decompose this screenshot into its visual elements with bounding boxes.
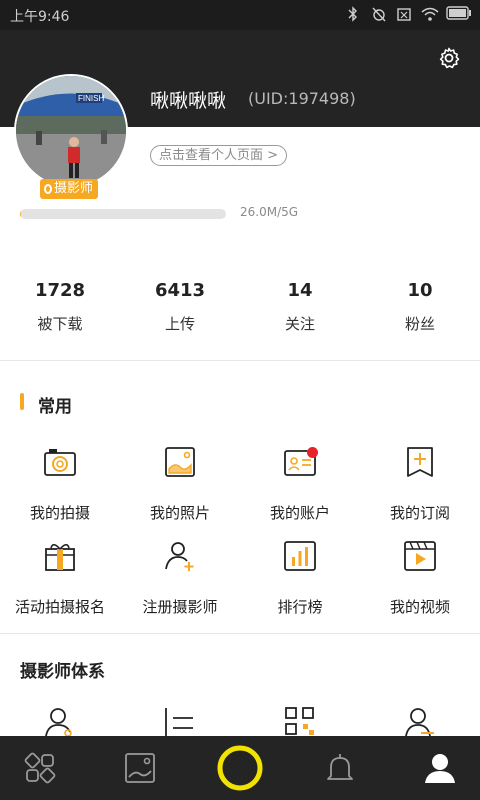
ranking-item[interactable]: 排行榜 [240, 539, 360, 619]
battery-icon [446, 6, 472, 22]
divider [0, 633, 480, 634]
grid-item-label: 活动拍摄报名 [14, 598, 105, 616]
discover-icon [24, 752, 56, 784]
photographer-profile-icon[interactable] [43, 706, 77, 737]
grid-item-label: 我的拍摄 [29, 504, 90, 522]
location-pin-icon [44, 184, 52, 194]
qr-code-icon[interactable] [283, 706, 317, 736]
stat-value: 1728 [34, 280, 86, 301]
my-videos-item[interactable]: 我的视频 [360, 539, 480, 619]
grid-item-label: 排行榜 [277, 598, 323, 616]
avatar[interactable]: FINISH [14, 74, 128, 188]
stat-label: 粉丝 [404, 315, 435, 333]
bottom-navigation [0, 736, 480, 800]
nav-notifications[interactable] [310, 736, 370, 800]
bell-icon [327, 754, 353, 780]
bluetooth-icon [346, 6, 362, 22]
stat-following[interactable]: 14 关注 [240, 280, 360, 340]
stat-uploads[interactable]: 6413 上传 [120, 280, 240, 340]
grid-item-label: 我的照片 [149, 504, 210, 522]
my-subscriptions-item[interactable]: 我的订阅 [360, 445, 480, 525]
bookmark-icon [403, 445, 437, 479]
status-bar: 上午9:46 [0, 0, 480, 30]
add-user-icon [163, 539, 197, 573]
section-accent-bar [20, 393, 24, 410]
camera-icon [43, 445, 77, 479]
grid-item-label: 我的订阅 [389, 504, 450, 522]
stat-label: 被下载 [37, 315, 83, 333]
my-account-item[interactable]: 我的账户 [240, 445, 360, 525]
grid-item-label: 我的账户 [269, 504, 330, 522]
storage-progress-fill [20, 209, 22, 219]
settings-gear-icon[interactable] [437, 46, 461, 70]
gallery-icon [125, 753, 155, 783]
username: 啾啾啾啾 [150, 90, 227, 112]
nav-discover[interactable] [10, 736, 70, 800]
photographer-badge-label: 摄影师 [54, 181, 94, 196]
profile-icon [425, 754, 455, 783]
photo-icon [163, 445, 197, 479]
stats-row: 1728 被下载 6413 上传 14 关注 10 粉丝 [0, 280, 480, 340]
status-icons [346, 6, 472, 22]
stat-label: 上传 [164, 315, 195, 333]
stat-label: 关注 [284, 315, 315, 333]
stat-value: 6413 [154, 280, 206, 301]
sim-icon [396, 6, 412, 22]
nav-capture[interactable] [210, 736, 270, 800]
capture-ring-icon [217, 745, 263, 791]
app-root: 上午9:46 FINISH 摄影师 啾啾啾啾 (UID:197498) 点击查看… [0, 0, 480, 800]
alarm-off-icon [371, 6, 387, 22]
stat-downloaded[interactable]: 1728 被下载 [0, 280, 120, 340]
photographer-badge: 摄影师 [40, 179, 98, 199]
storage-progress-bar [20, 209, 226, 219]
wifi-icon [421, 6, 439, 22]
stat-fans[interactable]: 10 粉丝 [360, 280, 480, 340]
stat-value: 14 [287, 280, 313, 301]
photographer-system-title: 摄影师体系 [20, 662, 105, 682]
user-badge-icon[interactable] [403, 706, 437, 737]
video-icon [403, 539, 437, 573]
storage-usage-text: 26.0M/5G [240, 205, 299, 219]
nav-profile[interactable] [410, 736, 470, 800]
common-section-title: 常用 [38, 397, 72, 417]
svg-text:FINISH: FINISH [78, 94, 104, 103]
nav-gallery[interactable] [110, 736, 170, 800]
status-time: 上午9:46 [10, 9, 70, 25]
stat-value: 10 [407, 280, 433, 301]
event-signup-item[interactable]: 活动拍摄报名 [0, 539, 120, 619]
notification-dot [307, 447, 318, 458]
register-photographer-item[interactable]: 注册摄影师 [120, 539, 240, 619]
ranking-icon [283, 539, 317, 573]
view-profile-link[interactable]: 点击查看个人页面 > [150, 145, 288, 166]
user-id: (UID:197498) [248, 89, 356, 108]
level-list-icon[interactable] [163, 706, 197, 736]
grid-item-label: 我的视频 [389, 598, 450, 616]
divider [0, 360, 480, 361]
gift-box-icon [43, 539, 77, 573]
my-shoots-item[interactable]: 我的拍摄 [0, 445, 120, 525]
grid-item-label: 注册摄影师 [142, 598, 218, 616]
my-photos-item[interactable]: 我的照片 [120, 445, 240, 525]
